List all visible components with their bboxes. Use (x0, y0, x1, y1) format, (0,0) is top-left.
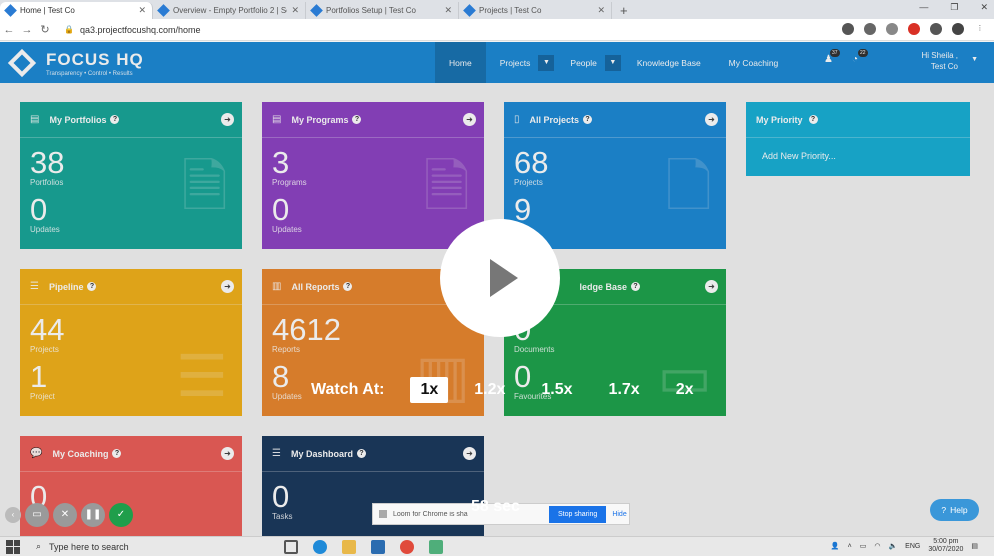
clock-date: 30/07/2020 (928, 546, 964, 553)
loom-recording-controls: ‹ ▭ ✕ ❚❚ ✓ (5, 503, 133, 527)
browser-tab-projects[interactable]: Projects | Test Co ✕ (459, 2, 612, 19)
clock[interactable]: 5:00 pm 30/07/2020 (928, 538, 963, 554)
taskbar-apps (284, 539, 443, 554)
speed-2x-button[interactable]: 2x (666, 377, 704, 403)
focushq-favicon-icon (157, 4, 170, 17)
battery-icon[interactable]: ▭ (860, 542, 867, 550)
system-tray: 👤 ˄ ▭ ◠ 🔈 ENG 5:00 pm 30/07/2020 ▤ (831, 538, 978, 554)
help-button[interactable]: ? Help (930, 499, 979, 521)
window-controls: — ❐ ✕ (919, 2, 988, 13)
browser-tab-bar: Home | Test Co ✕ Overview - Empty Portfo… (0, 0, 994, 19)
speed-1-7x-button[interactable]: 1.7x (599, 377, 650, 403)
help-label: Help (950, 505, 968, 515)
tab-title: Portfolios Setup | Test Co (326, 6, 416, 15)
app-icon[interactable] (429, 539, 443, 554)
maximize-icon[interactable]: ❐ (950, 2, 958, 13)
chrome-icon[interactable] (400, 539, 414, 554)
focushq-favicon-icon (4, 4, 17, 17)
focushq-favicon-icon (463, 4, 476, 17)
volume-icon[interactable]: 🔈 (888, 542, 897, 550)
speed-1x-button[interactable]: 1x (410, 377, 449, 403)
language-indicator[interactable]: ENG (905, 543, 920, 550)
close-tab-icon[interactable]: ✕ (291, 5, 299, 16)
focushq-favicon-icon (310, 4, 323, 17)
windows-start-icon[interactable] (6, 539, 20, 554)
close-tab-icon[interactable]: ✕ (597, 5, 605, 16)
chevron-up-icon[interactable]: ˄ (848, 543, 852, 550)
camera-icon[interactable] (842, 23, 854, 35)
video-duration: 58 sec (471, 498, 520, 515)
close-tab-icon[interactable]: ✕ (444, 5, 452, 16)
task-view-icon[interactable] (284, 539, 298, 554)
url-text: qa3.projectfocushq.com/home (79, 24, 201, 35)
windows-taskbar: ⌕ Type here to search 👤 ˄ ▭ ◠ 🔈 ENG 5:00… (0, 536, 994, 556)
search-icon: ⌕ (36, 541, 42, 551)
speed-1-2x-button[interactable]: 1.2x (464, 377, 515, 403)
tab-title: Home | Test Co (20, 6, 75, 15)
speed-1-5x-button[interactable]: 1.5x (531, 377, 582, 403)
user-tray-icon[interactable]: 👤 (831, 542, 840, 550)
hide-share-bar-button[interactable]: Hide (612, 511, 626, 518)
forward-icon[interactable]: → (18, 24, 36, 36)
search-placeholder: Type here to search (49, 541, 129, 552)
mail-icon[interactable] (371, 539, 385, 554)
new-tab-button[interactable]: + (612, 2, 636, 19)
cancel-recording-icon[interactable]: ✕ (53, 503, 77, 527)
tab-title: Overview - Empty Portfolio 2 | Sc (173, 6, 288, 15)
taskbar-search[interactable]: ⌕ Type here to search (36, 541, 246, 552)
play-icon (490, 259, 518, 297)
browser-tab-portfolios-setup[interactable]: Portfolios Setup | Test Co ✕ (306, 2, 459, 19)
play-button[interactable] (440, 219, 560, 337)
watch-at-label: Watch At: (311, 381, 385, 398)
finish-recording-icon[interactable]: ✓ (109, 503, 133, 527)
wifi-icon[interactable]: ◠ (874, 542, 880, 550)
key-icon[interactable] (864, 23, 876, 35)
extension-icons: ⋮ (842, 23, 986, 35)
lock-icon: 🔒 (64, 25, 74, 34)
browser-tab-home[interactable]: Home | Test Co ✕ (0, 2, 153, 19)
notifications-icon[interactable]: ▤ (971, 542, 978, 550)
browser-tab-overview[interactable]: Overview - Empty Portfolio 2 | Sc ✕ (153, 2, 306, 19)
loom-extension-icon[interactable] (908, 23, 920, 35)
menu-dots-icon[interactable]: ⋮ (974, 23, 986, 35)
close-window-icon[interactable]: ✕ (980, 2, 988, 13)
puzzle-icon[interactable] (930, 23, 942, 35)
back-icon[interactable]: ← (0, 24, 18, 36)
clock-time: 5:00 pm (933, 538, 959, 545)
collapse-icon[interactable]: ‹ (5, 507, 21, 523)
address-bar: ← → ↻ 🔒 qa3.projectfocushq.com/home ⋮ (0, 19, 994, 41)
profile-icon[interactable] (952, 23, 964, 35)
minimize-icon[interactable]: — (919, 2, 928, 13)
file-explorer-icon[interactable] (342, 539, 356, 554)
share-pause-icon (379, 510, 387, 518)
edge-icon[interactable] (313, 539, 327, 554)
close-tab-icon[interactable]: ✕ (138, 5, 146, 16)
help-circle-icon: ? (941, 505, 947, 515)
star-icon[interactable] (886, 23, 898, 35)
camera-toggle-icon[interactable]: ▭ (25, 503, 49, 527)
url-field[interactable]: 🔒 qa3.projectfocushq.com/home (64, 25, 201, 35)
pause-recording-icon[interactable]: ❚❚ (81, 503, 105, 527)
stop-sharing-button[interactable]: Stop sharing (549, 505, 607, 523)
tab-title: Projects | Test Co (479, 6, 542, 15)
playback-speed-selector: Watch At: 1x 1.2x 1.5x 1.7x 2x (311, 377, 719, 403)
reload-icon[interactable]: ↻ (36, 23, 54, 36)
